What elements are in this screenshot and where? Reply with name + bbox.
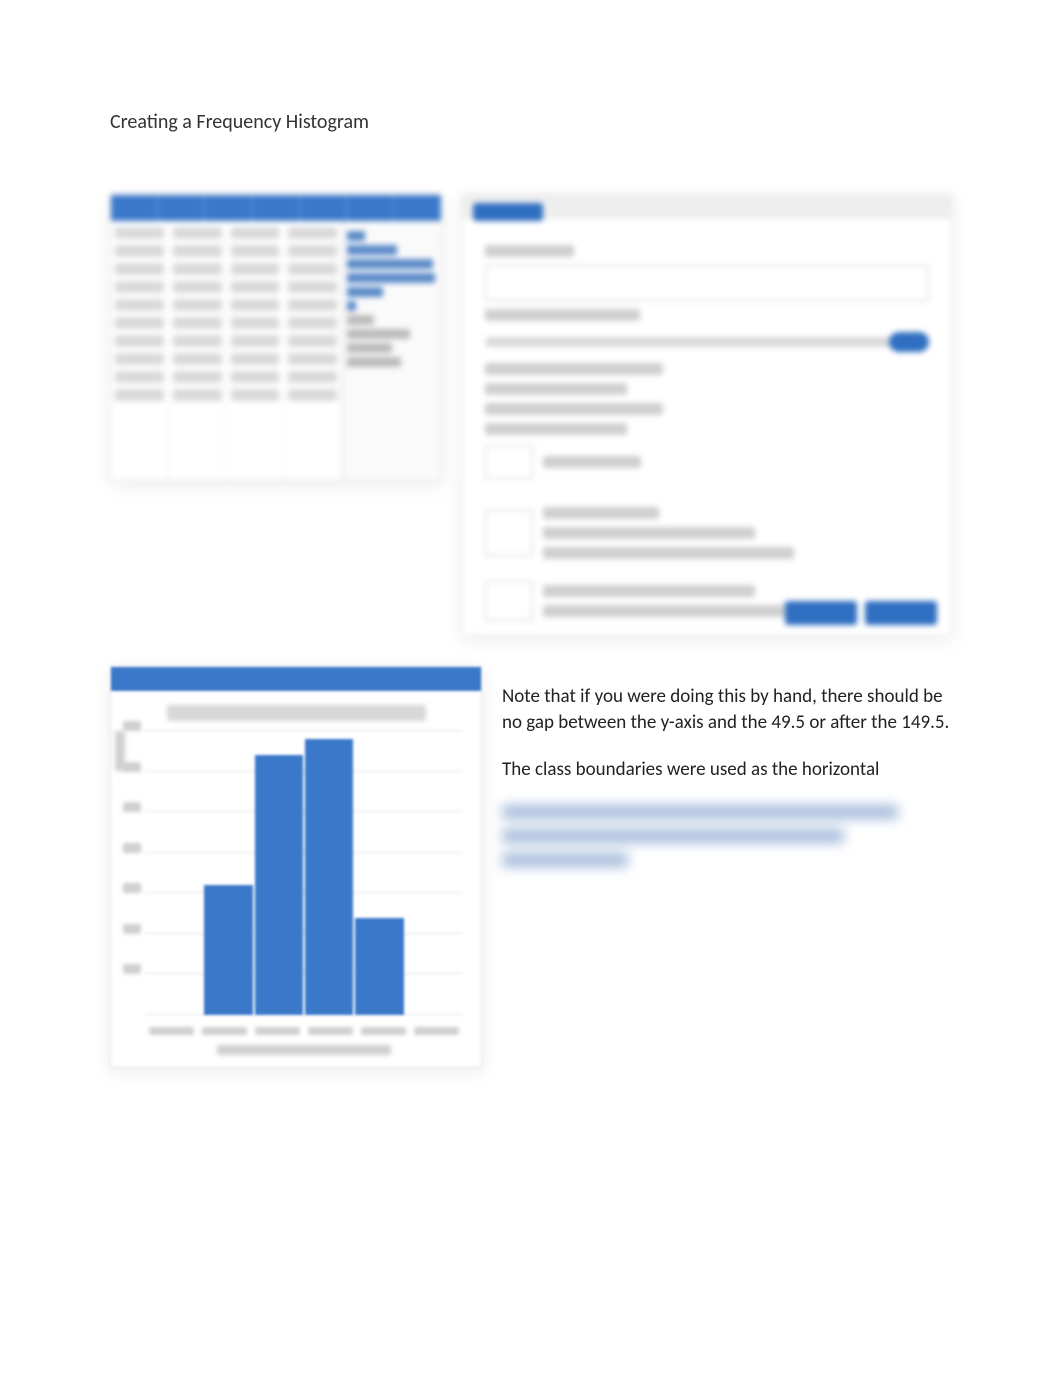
histogram-bar [305, 739, 353, 1015]
note-paragraph-1: Note that if you were doing this by hand… [502, 684, 952, 735]
spreadsheet-preview [110, 194, 442, 481]
page-title: Creating a Frequency Histogram [110, 110, 952, 134]
chart-options-dialog-preview [462, 194, 952, 636]
notes-column: Note that if you were doing this by hand… [502, 666, 952, 1068]
histogram-bar [255, 755, 303, 1015]
histogram-bar [355, 918, 403, 1015]
histogram-plot [145, 731, 463, 1015]
obscured-text [502, 805, 952, 871]
histogram-chart-preview [110, 666, 482, 1068]
histogram-bar [204, 885, 252, 1015]
note-paragraph-2: The class boundaries were used as the ho… [502, 757, 952, 783]
